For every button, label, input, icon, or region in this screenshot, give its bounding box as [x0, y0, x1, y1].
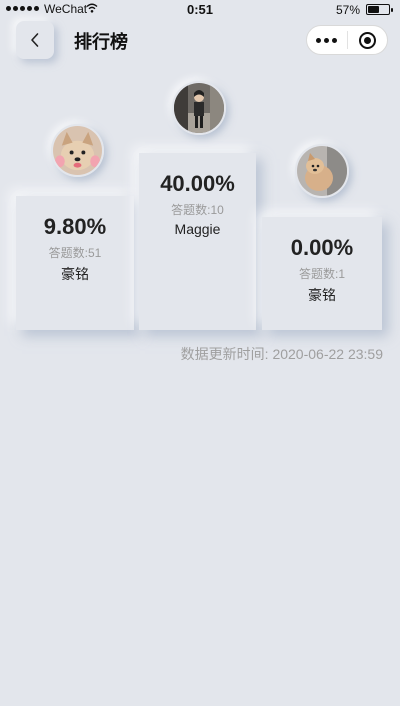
page-title: 排行榜 — [74, 32, 128, 52]
podium-card-rank-3: 0.00% 答题数:1 豪铭 — [262, 217, 382, 330]
rank-1-avatar — [172, 81, 226, 135]
rank-3-percent: 0.00% — [290, 235, 354, 260]
target-icon — [358, 31, 376, 49]
rank-3-avatar — [295, 144, 349, 198]
rank-2-percent: 9.80% — [43, 214, 107, 239]
rank-1-count: 答题数:10 — [171, 203, 224, 217]
rank-2-count: 答题数:51 — [48, 246, 102, 260]
status-bar: WeChat 0:51 57% — [0, 0, 400, 20]
rank-1-percent: 40.00% — [160, 171, 235, 196]
data-update-time: 数据更新时间: 2020-06-22 23:59 — [180, 346, 383, 362]
back-button[interactable] — [16, 21, 54, 59]
back-icon — [31, 33, 39, 47]
rank-1-name: Maggie — [174, 221, 221, 237]
rank-3-count: 答题数:1 — [298, 267, 345, 281]
rank-3-name: 豪铭 — [308, 287, 336, 303]
podium-card-rank-1: 40.00% 答题数:10 Maggie — [139, 153, 256, 330]
podium-card-rank-2: 9.80% 答题数:51 豪铭 — [16, 196, 134, 330]
more-button[interactable] — [307, 26, 347, 54]
battery-icon — [366, 4, 393, 15]
rank-2-avatar — [51, 124, 104, 177]
miniprogram-capsule — [306, 25, 388, 55]
battery-percent: 57% — [335, 3, 360, 17]
rank-2-name: 豪铭 — [61, 266, 89, 282]
more-icon — [316, 37, 338, 43]
close-miniprogram-button[interactable] — [348, 26, 388, 54]
